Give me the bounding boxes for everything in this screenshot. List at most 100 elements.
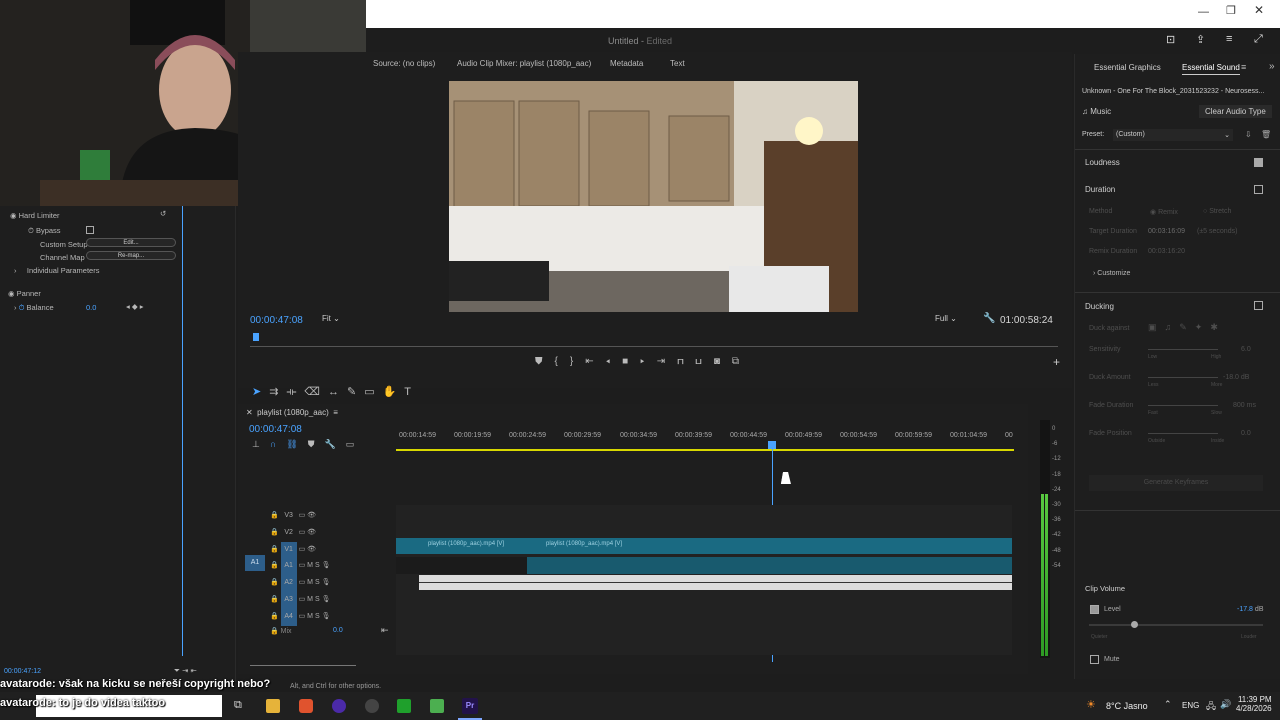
customize-row[interactable]: › Customize: [1093, 270, 1130, 277]
bypass-checkbox[interactable]: [86, 226, 94, 234]
transport-controls[interactable]: ⛊{}⇤◂■▸⇥⊓⊔◙⧉: [535, 356, 751, 367]
language-indicator[interactable]: ENG: [1182, 701, 1199, 710]
fade-position-slider[interactable]: [1148, 433, 1218, 434]
captions-icon[interactable]: ▭: [346, 439, 365, 449]
track-v2[interactable]: 🔒 V2 ▭ 👁: [270, 525, 330, 542]
workspaces-icon[interactable]: ⊡: [1166, 33, 1175, 46]
settings-wrench-icon[interactable]: 🔧: [325, 439, 346, 449]
file-explorer-icon[interactable]: [266, 699, 280, 713]
loudness-checkbox[interactable]: [1254, 158, 1263, 167]
work-area-bar[interactable]: [396, 449, 1014, 451]
panel-menu-icon[interactable]: ≡: [1241, 62, 1246, 72]
mix-value[interactable]: 0.0: [333, 627, 343, 634]
individual-params-row[interactable]: › Individual Parameters: [14, 266, 99, 275]
mute-checkbox[interactable]: [1090, 655, 1099, 664]
close-icon[interactable]: ✕: [1254, 3, 1264, 17]
target-duration-value[interactable]: 00:03:16:09: [1148, 228, 1185, 235]
balance-value[interactable]: 0.0: [86, 303, 96, 312]
filter-icon[interactable]: ⏷ ⇥ ⇤: [174, 666, 197, 676]
level-checkbox[interactable]: [1090, 605, 1099, 614]
marker-icon[interactable]: ⛊: [308, 439, 325, 449]
quality-dropdown[interactable]: Full ⌄: [935, 314, 957, 323]
keyframe-nav[interactable]: ◂ ◆ ▸: [126, 302, 143, 311]
clear-audio-type-button[interactable]: Clear Audio Type: [1199, 105, 1272, 118]
level-readout[interactable]: -17.8 dB: [1237, 606, 1263, 613]
type-tool-icon[interactable]: T: [404, 386, 419, 398]
track-a4[interactable]: 🔒 A4 ▭ M S 🎙: [270, 608, 330, 626]
fade-duration-slider[interactable]: [1148, 405, 1218, 406]
tab-essential-sound[interactable]: Essential Sound: [1182, 63, 1240, 75]
reset-icon[interactable]: ↺: [160, 209, 166, 218]
tray-chevron-icon[interactable]: ⌃: [1164, 699, 1172, 710]
razor-icon[interactable]: ⌫: [304, 386, 328, 398]
linked-selection-icon[interactable]: ⛓: [286, 439, 307, 449]
stopwatch-icon[interactable]: ⏱: [19, 303, 25, 312]
slip-icon[interactable]: ↔: [328, 386, 347, 398]
monitor-playhead[interactable]: [253, 333, 259, 341]
monitor-scrubber[interactable]: [250, 346, 1058, 347]
fx-toggle-icon[interactable]: ◉: [10, 211, 17, 220]
fade-duration-value[interactable]: 800 ms: [1233, 402, 1256, 409]
fade-position-value[interactable]: 0.0: [1241, 430, 1251, 437]
method-remix[interactable]: ◉ Remix: [1150, 208, 1178, 216]
delete-preset-icon[interactable]: 🗑: [1261, 130, 1271, 139]
duck-against-icons[interactable]: ▣♫✎✦✱: [1148, 322, 1226, 333]
pen-icon[interactable]: ✎: [347, 386, 364, 398]
method-stretch[interactable]: ○ Stretch: [1203, 208, 1231, 215]
duck-amount-slider[interactable]: [1148, 377, 1218, 378]
weather-text[interactable]: 8°C Jasno: [1106, 701, 1148, 711]
sensitivity-value[interactable]: 6.0: [1241, 346, 1251, 353]
loudness-section[interactable]: Loudness: [1085, 158, 1120, 167]
nest-icon[interactable]: ⊥: [252, 439, 270, 449]
share-icon[interactable]: ⇪: [1196, 33, 1205, 46]
tab-metadata[interactable]: Metadata: [610, 59, 643, 68]
duration-section[interactable]: Duration: [1085, 185, 1115, 194]
program-timecode[interactable]: 00:00:47:08: [250, 315, 303, 326]
wrench-icon[interactable]: 🔧: [983, 313, 995, 324]
tab-source[interactable]: Source: (no clips): [373, 59, 435, 68]
sequence-tab[interactable]: ✕ playlist (1080p_aac) ≡: [246, 408, 338, 417]
sensitivity-slider[interactable]: [1148, 349, 1218, 350]
minimize-icon[interactable]: —: [1198, 6, 1209, 18]
timeline-zoom-scrollbar[interactable]: [250, 665, 356, 666]
ducking-checkbox[interactable]: [1254, 301, 1263, 310]
menu-icon[interactable]: ≡: [1226, 33, 1232, 45]
snap-icon[interactable]: ∩: [270, 439, 286, 449]
track-a2[interactable]: 🔒 A2 ▭ M S 🎙: [270, 575, 330, 592]
ripple-edit-icon[interactable]: ⟛: [286, 386, 304, 398]
hand-icon[interactable]: ✋: [383, 386, 405, 398]
ducking-section[interactable]: Ducking: [1085, 302, 1114, 311]
preset-dropdown[interactable]: (Custom) ⌄: [1113, 129, 1233, 141]
level-slider-thumb[interactable]: [1131, 621, 1138, 628]
obs-icon[interactable]: [332, 699, 346, 713]
fullscreen-icon[interactable]: ⤢: [1254, 33, 1263, 46]
duck-amount-value[interactable]: -18.0 dB: [1223, 374, 1249, 381]
track-a3[interactable]: 🔒 A3 ▭ M S 🎙: [270, 591, 330, 609]
app-icon[interactable]: [365, 699, 379, 713]
task-view-icon[interactable]: ⧉: [234, 699, 242, 712]
selection-tool-icon[interactable]: ➤: [252, 386, 269, 398]
kick-icon[interactable]: [397, 699, 411, 713]
network-icon[interactable]: 🖧: [1206, 699, 1216, 715]
source-patch-a1[interactable]: A1: [245, 555, 265, 571]
panner-row[interactable]: ◉ Panner: [8, 289, 41, 298]
volume-icon[interactable]: 🔊: [1220, 699, 1231, 710]
fx-toggle-icon[interactable]: ◉: [8, 289, 15, 298]
channel-map-button[interactable]: Re-map...: [86, 251, 176, 260]
rectangle-icon[interactable]: ▭: [364, 386, 382, 398]
track-select-icon[interactable]: ⇉: [269, 386, 286, 398]
restore-icon[interactable]: ❐: [1226, 4, 1236, 17]
hard-limiter-row[interactable]: ◉ Hard Limiter: [10, 211, 59, 220]
audio-clip-a2[interactable]: [419, 575, 1012, 590]
add-button-icon[interactable]: +: [1053, 355, 1060, 369]
expand-icon[interactable]: »: [1269, 61, 1275, 72]
mix-arrow-icon[interactable]: ⇤: [381, 625, 389, 636]
track-v3[interactable]: 🔒 V3 ▭ 👁: [270, 508, 330, 525]
tab-essential-graphics[interactable]: Essential Graphics: [1094, 63, 1161, 72]
timeline-timecode[interactable]: 00:00:47:08: [249, 424, 302, 435]
tab-text[interactable]: Text: [670, 59, 685, 68]
generate-keyframes-button[interactable]: Generate Keyframes: [1089, 475, 1263, 491]
tab-audio-clip-mixer[interactable]: Audio Clip Mixer: playlist (1080p_aac): [457, 59, 591, 68]
fit-dropdown[interactable]: Fit ⌄: [322, 314, 340, 323]
sheets-icon[interactable]: [430, 699, 444, 713]
